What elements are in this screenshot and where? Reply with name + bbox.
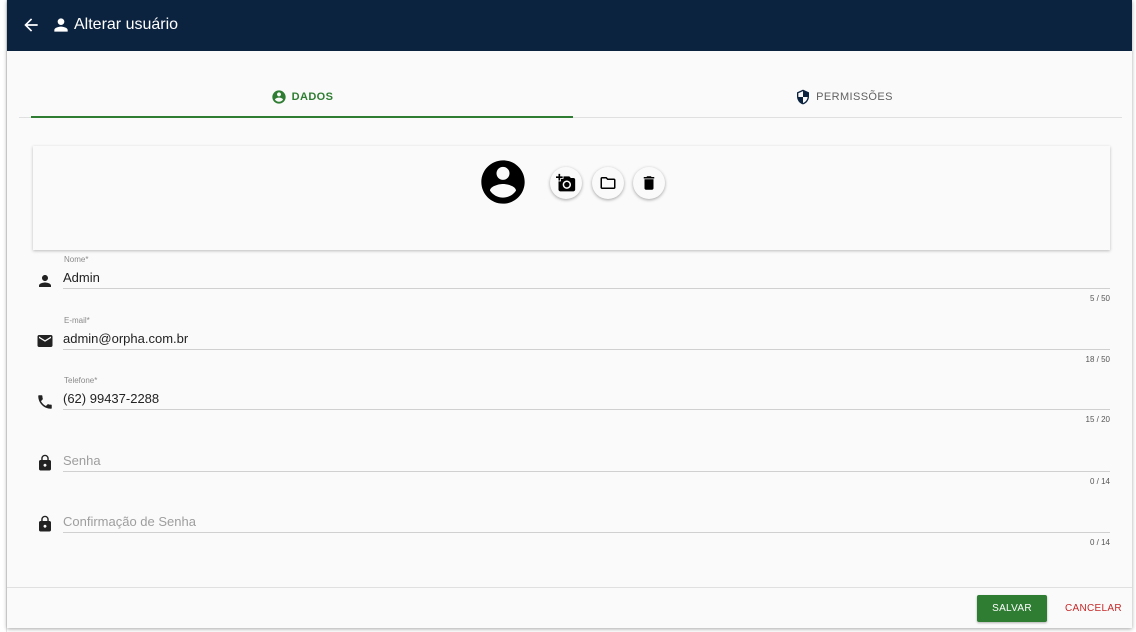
email-label: E-mail* <box>64 316 90 325</box>
tab-dados[interactable]: DADOS <box>31 77 573 117</box>
phone-icon <box>36 393 56 413</box>
photo-card <box>33 146 1110 250</box>
person-icon <box>51 15 71 35</box>
right-edge <box>1132 0 1136 632</box>
senha-counter: 0 / 14 <box>1089 477 1110 486</box>
take-photo-button[interactable] <box>550 167 582 199</box>
folder-icon <box>600 177 616 189</box>
tab-permissoes[interactable]: PERMISSÕES <box>573 77 1115 117</box>
active-tab-indicator <box>31 116 573 118</box>
nome-label: Nome* <box>64 255 89 264</box>
shield-icon <box>797 89 810 105</box>
senha-input[interactable] <box>63 450 1110 472</box>
nome-input[interactable] <box>63 267 1110 289</box>
cancel-button[interactable]: CANCELAR <box>1059 595 1133 622</box>
person-icon <box>36 272 56 292</box>
save-button[interactable]: SALVAR <box>977 595 1047 622</box>
lock-icon <box>36 515 56 535</box>
confirmacao-senha-field: 0 / 14 <box>33 499 1110 559</box>
delete-photo-button[interactable] <box>633 167 665 199</box>
dialog-title: Alterar usuário <box>74 16 179 33</box>
telefone-label: Telefone* <box>64 376 98 385</box>
telefone-input[interactable] <box>63 388 1110 410</box>
tab-permissoes-label: PERMISSÕES <box>816 91 893 103</box>
confirmacao-senha-counter: 0 / 14 <box>1089 538 1110 547</box>
confirmacao-senha-input[interactable] <box>63 511 1110 533</box>
email-counter: 18 / 50 <box>1085 355 1110 364</box>
account-circle-icon <box>271 90 286 104</box>
email-input[interactable] <box>63 328 1110 350</box>
delete-icon <box>643 176 655 190</box>
arrow-back-icon[interactable] <box>21 15 41 35</box>
telefone-field: Telefone* 15 / 20 <box>33 376 1110 436</box>
left-edge <box>0 0 7 632</box>
add-a-photo-icon <box>556 173 576 192</box>
telefone-counter: 15 / 20 <box>1085 415 1110 424</box>
edit-user-dialog: Alterar usuário DADOS PERMISSÕES Nome* A… <box>7 0 1132 628</box>
mail-icon <box>36 332 56 352</box>
email-field: E-mail* 18 / 50 <box>33 316 1110 376</box>
dialog-header: Alterar usuário <box>7 0 1132 51</box>
choose-file-button[interactable] <box>592 167 624 199</box>
tab-bar: DADOS PERMISSÕES <box>19 77 1122 118</box>
lock-icon <box>36 454 56 474</box>
app-frame: Alterar usuário DADOS PERMISSÕES Nome* A… <box>0 0 1136 632</box>
tab-dados-label: DADOS <box>291 91 334 103</box>
nome-counter: 5 / 50 <box>1089 294 1110 303</box>
senha-field: 0 / 14 <box>33 438 1110 498</box>
nome-field: Nome* 5 / 50 <box>33 255 1110 315</box>
dialog-footer: SALVAR CANCELAR <box>7 587 1132 628</box>
avatar <box>477 156 529 208</box>
account-circle-icon <box>481 160 525 204</box>
